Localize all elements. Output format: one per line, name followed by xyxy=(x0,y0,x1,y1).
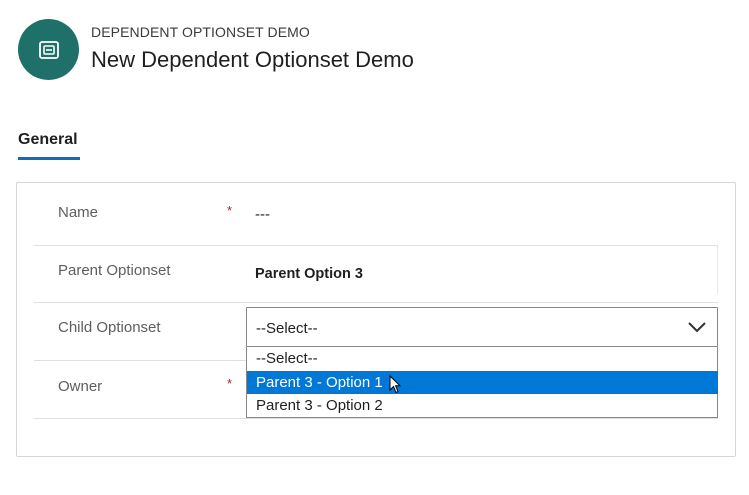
dropdown-option-select[interactable]: --Select-- xyxy=(247,347,718,370)
entity-type-label: DEPENDENT OPTIONSET DEMO xyxy=(91,24,310,40)
parent-optionset-label: Parent Optionset xyxy=(58,262,171,279)
name-label: Name xyxy=(58,204,99,221)
record-title: New Dependent Optionset Demo xyxy=(91,47,414,72)
chevron-down-icon[interactable] xyxy=(687,319,707,335)
row-divider xyxy=(34,418,718,419)
name-required-indicator: * xyxy=(227,203,233,218)
child-optionset-selected-value: --Select-- xyxy=(256,320,318,337)
mouse-cursor-icon xyxy=(389,375,401,394)
name-field[interactable]: --- xyxy=(255,206,270,223)
entity-form-icon xyxy=(38,40,59,59)
dropdown-option-parent3-option1[interactable]: Parent 3 - Option 1 xyxy=(247,371,718,394)
active-tab-indicator xyxy=(18,157,80,160)
owner-required-indicator: * xyxy=(227,376,233,391)
child-optionset-select[interactable]: --Select-- xyxy=(246,307,718,347)
row-divider xyxy=(34,360,246,361)
child-optionset-dropdown-list: --Select-- Parent 3 - Option 1 Parent 3 … xyxy=(246,347,718,418)
dropdown-option-parent3-option2[interactable]: Parent 3 - Option 2 xyxy=(247,394,718,417)
row-divider xyxy=(34,302,718,303)
child-optionset-label: Child Optionset xyxy=(58,319,161,336)
tab-general[interactable]: General xyxy=(18,131,78,157)
parent-optionset-field[interactable]: Parent Option 3 xyxy=(255,266,363,282)
owner-label: Owner xyxy=(58,378,103,395)
entity-icon xyxy=(18,19,79,80)
form-page: DEPENDENT OPTIONSET DEMO New Dependent O… xyxy=(0,0,749,495)
